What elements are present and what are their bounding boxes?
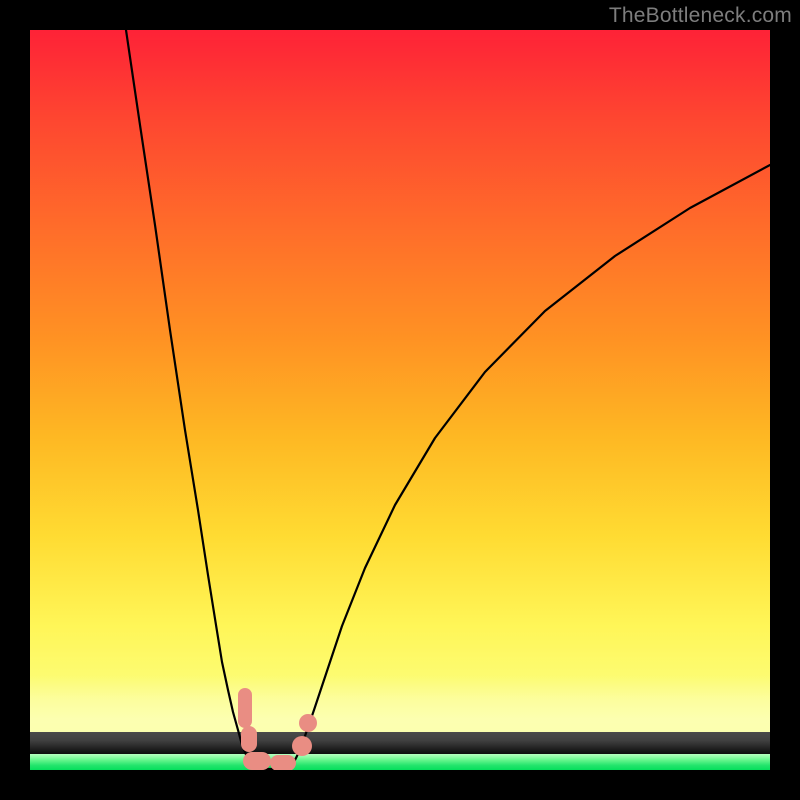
plot-area bbox=[30, 30, 770, 770]
green-band bbox=[30, 754, 770, 770]
chart-frame: TheBottleneck.com bbox=[0, 0, 800, 800]
gradient-background bbox=[30, 30, 770, 732]
watermark-text: TheBottleneck.com bbox=[609, 4, 792, 28]
